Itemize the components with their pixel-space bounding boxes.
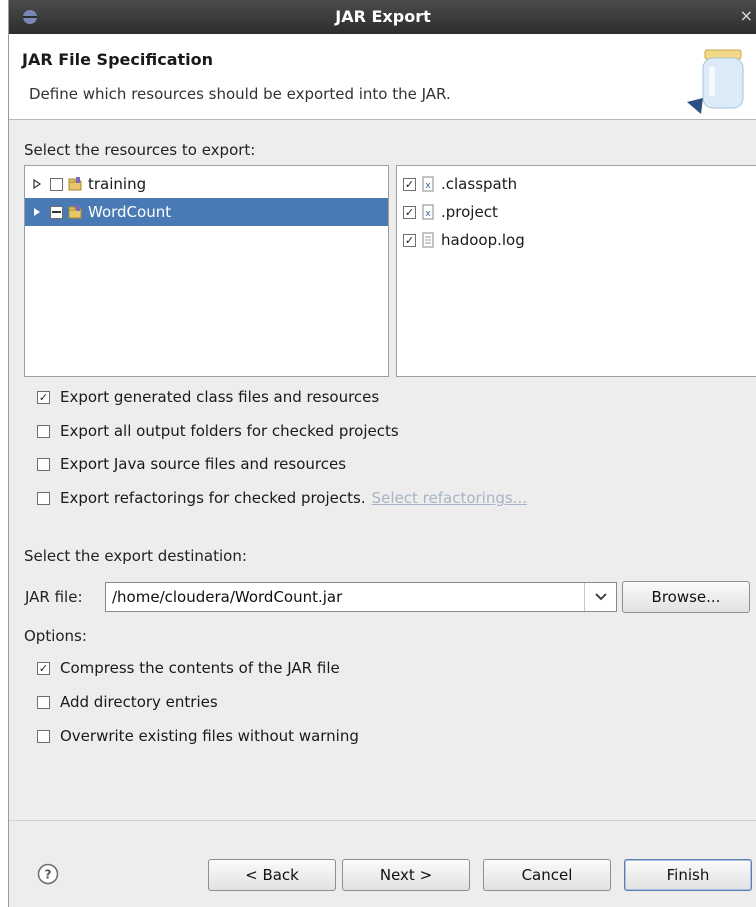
svg-text:x: x <box>425 181 431 191</box>
file-item-label: .project <box>441 203 498 221</box>
jar-export-dialog: JAR Export × JAR File Specification Defi… <box>8 0 756 907</box>
checkbox-export-class-files[interactable]: ✓ <box>37 390 50 404</box>
page-description: Define which resources should be exporte… <box>29 85 451 103</box>
window-title: JAR Export <box>335 7 431 26</box>
checkbox-classpath[interactable]: ✓ <box>403 177 416 191</box>
tree-item-label: training <box>88 175 147 193</box>
tree-item-label: WordCount <box>88 203 172 221</box>
checkbox-directory-entries[interactable] <box>37 695 50 709</box>
file-item-classpath[interactable]: ✓ x .classpath <box>397 170 756 198</box>
wizard-header: JAR File Specification Define which reso… <box>9 34 756 120</box>
file-item-project[interactable]: ✓ x .project <box>397 198 756 226</box>
close-icon[interactable]: × <box>740 6 753 25</box>
file-item-label: .classpath <box>441 175 518 193</box>
tree-item-wordcount[interactable]: WordCount <box>25 198 388 226</box>
svg-text:x: x <box>425 209 431 219</box>
browse-button[interactable]: Browse... <box>622 581 750 613</box>
java-project-icon <box>68 205 82 219</box>
expand-arrow-icon[interactable] <box>32 179 42 189</box>
jar-file-input[interactable] <box>106 583 584 611</box>
chevron-down-icon[interactable] <box>584 583 616 611</box>
jar-file-combo[interactable] <box>105 582 617 612</box>
xml-file-icon: x <box>422 176 434 192</box>
checkbox-wordcount[interactable] <box>50 205 63 219</box>
option-export-class-files[interactable]: ✓ Export generated class files and resou… <box>37 388 379 406</box>
jar-icon <box>687 49 744 114</box>
options-label: Options: <box>24 627 87 645</box>
file-item-hadoop-log[interactable]: ✓ hadoop.log <box>397 226 756 254</box>
option-label: Export generated class files and resourc… <box>60 388 380 406</box>
checkbox-training[interactable] <box>50 177 63 191</box>
select-refactorings-link: Select refactorings... <box>371 489 527 507</box>
back-button[interactable]: < Back <box>208 859 336 891</box>
next-button[interactable]: Next > <box>342 859 470 891</box>
title-bar: JAR Export × <box>9 0 756 34</box>
checkbox-export-java-source[interactable] <box>37 457 50 471</box>
option-export-java-source[interactable]: Export Java source files and resources <box>37 455 346 473</box>
expand-arrow-icon[interactable] <box>32 207 42 217</box>
xml-file-icon: x <box>422 204 434 220</box>
finish-button[interactable]: Finish <box>624 859 752 891</box>
jar-file-label: JAR file: <box>25 588 83 606</box>
checkbox-project[interactable]: ✓ <box>403 205 416 219</box>
option-compress[interactable]: ✓ Compress the contents of the JAR file <box>37 659 340 677</box>
project-tree[interactable]: training WordCount <box>24 165 389 377</box>
option-label: Export Java source files and resources <box>60 455 347 473</box>
option-export-output-folders[interactable]: Export all output folders for checked pr… <box>37 422 399 440</box>
checkbox-overwrite[interactable] <box>37 729 50 743</box>
file-item-label: hadoop.log <box>441 231 525 249</box>
checkbox-export-output-folders[interactable] <box>37 424 50 438</box>
checkbox-hadoop-log[interactable]: ✓ <box>403 233 416 247</box>
option-label: Export refactorings for checked projects… <box>60 489 366 507</box>
svg-text:?: ? <box>45 868 52 882</box>
page-title: JAR File Specification <box>22 50 213 69</box>
text-file-icon <box>422 232 434 248</box>
option-label: Overwrite existing files without warning <box>60 727 359 745</box>
destination-label: Select the export destination: <box>24 547 247 565</box>
option-overwrite[interactable]: Overwrite existing files without warning <box>37 727 359 745</box>
resources-label: Select the resources to export: <box>24 141 256 159</box>
cancel-button[interactable]: Cancel <box>483 859 611 891</box>
option-directory-entries[interactable]: Add directory entries <box>37 693 218 711</box>
file-list[interactable]: ✓ x .classpath ✓ x .project ✓ hadoop.log <box>396 165 756 377</box>
option-export-refactorings[interactable]: Export refactorings for checked projects… <box>37 489 527 507</box>
checkbox-export-refactorings[interactable] <box>37 491 50 505</box>
tree-item-training[interactable]: training <box>25 170 388 198</box>
option-label: Add directory entries <box>60 693 218 711</box>
footer-separator <box>9 820 756 821</box>
checkbox-compress[interactable]: ✓ <box>37 661 50 675</box>
help-icon[interactable]: ? <box>37 863 59 885</box>
java-project-icon <box>68 177 82 191</box>
option-label: Compress the contents of the JAR file <box>60 659 340 677</box>
option-label: Export all output folders for checked pr… <box>60 422 399 440</box>
